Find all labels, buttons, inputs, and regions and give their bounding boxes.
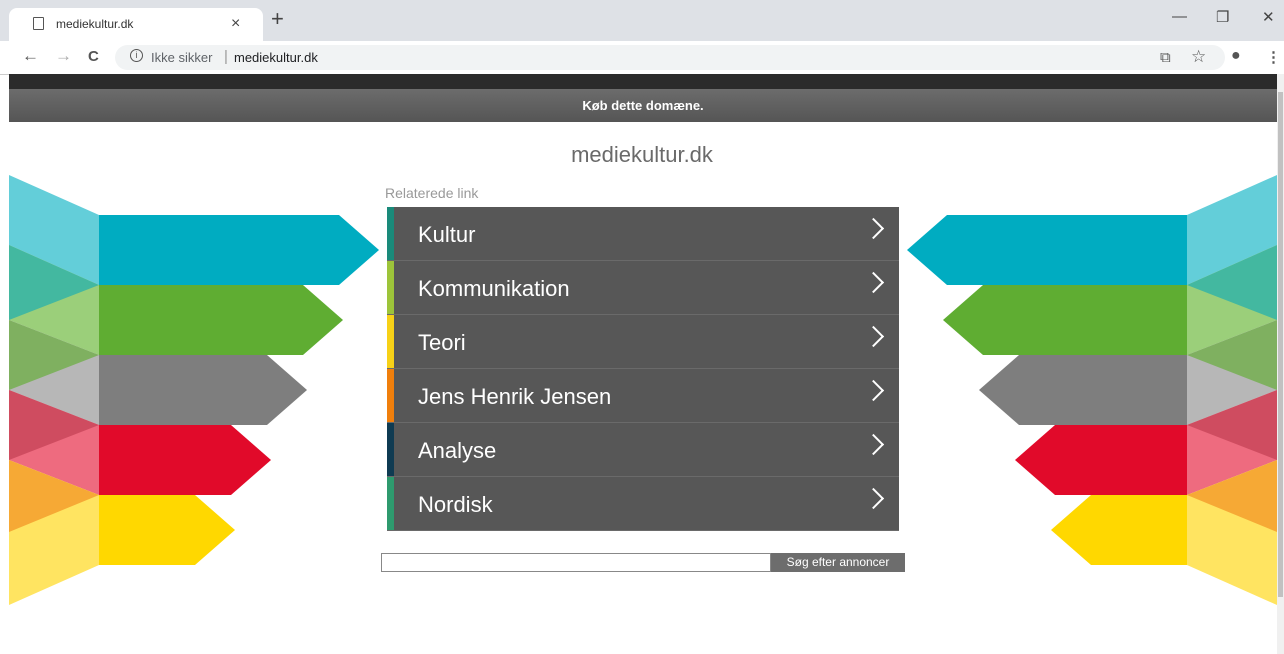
- star-icon[interactable]: ☆: [1191, 47, 1206, 67]
- related-links-label: Relaterede link: [385, 185, 479, 201]
- left-arrow-1: [99, 215, 379, 285]
- scrollbar[interactable]: [1277, 74, 1284, 654]
- right-arrow-1: [907, 215, 1187, 285]
- related-links-list: Kultur Kommunikation Teori Jens Henrik J…: [387, 207, 899, 531]
- left-arrow-5: [99, 495, 235, 565]
- menu-icon[interactable]: ⋮: [1266, 48, 1281, 66]
- address-bar[interactable]: i Ikke sikker | mediekultur.dk: [115, 45, 1225, 70]
- top-strip: [9, 74, 1277, 89]
- security-status: Ikke sikker: [151, 50, 213, 65]
- account-icon[interactable]: ●: [1231, 47, 1241, 65]
- chevron-right-icon: [862, 433, 885, 456]
- tab-bar: mediekultur.dk × + — ❐ ✕: [0, 0, 1284, 41]
- url-separator: |: [224, 48, 228, 65]
- link-teori[interactable]: Teori: [387, 315, 899, 369]
- tab-title: mediekultur.dk: [56, 17, 134, 31]
- link-label: Teori: [418, 330, 466, 355]
- translate-icon[interactable]: ⧉: [1160, 49, 1171, 66]
- right-arrow-5: [1051, 495, 1187, 565]
- right-arrow-2: [943, 285, 1187, 355]
- link-label: Jens Henrik Jensen: [418, 384, 612, 409]
- right-arrow-4: [1015, 425, 1187, 495]
- left-arrow-2: [99, 285, 343, 355]
- chevron-right-icon: [862, 271, 885, 294]
- minimize-icon[interactable]: —: [1172, 8, 1187, 25]
- info-icon[interactable]: i: [130, 49, 143, 62]
- link-label: Analyse: [418, 438, 497, 463]
- link-analyse[interactable]: Analyse: [387, 423, 899, 477]
- restore-icon[interactable]: ❐: [1216, 8, 1229, 26]
- accent-bar: [387, 207, 394, 260]
- chevron-right-icon: [862, 325, 885, 348]
- link-jens-henrik-jensen[interactable]: Jens Henrik Jensen: [387, 369, 899, 423]
- search-input[interactable]: [381, 553, 771, 572]
- accent-bar: [387, 315, 394, 368]
- close-window-icon[interactable]: ✕: [1262, 8, 1275, 26]
- browser-toolbar: ← → C i Ikke sikker | mediekultur.dk ⧉ ☆…: [0, 41, 1284, 75]
- back-icon[interactable]: ←: [22, 46, 39, 66]
- link-label: Kultur: [418, 222, 476, 247]
- left-arrow-4: [99, 425, 271, 495]
- left-arrow-3: [99, 355, 307, 425]
- accent-bar: [387, 477, 394, 530]
- scrollbar-thumb[interactable]: [1278, 92, 1283, 597]
- accent-bar: [387, 261, 394, 314]
- accent-bar: [387, 423, 394, 476]
- url-text[interactable]: mediekultur.dk: [234, 50, 318, 65]
- right-arrows: [907, 175, 1277, 605]
- chevron-right-icon: [862, 217, 885, 240]
- link-label: Nordisk: [418, 492, 493, 517]
- right-arrow-3: [979, 355, 1187, 425]
- left-arrows: [9, 175, 379, 605]
- close-tab-icon[interactable]: ×: [231, 15, 240, 33]
- link-kultur[interactable]: Kultur: [387, 207, 899, 261]
- accent-bar: [387, 369, 394, 422]
- search-ads-button[interactable]: Søg efter annoncer: [771, 553, 905, 572]
- buy-domain-banner[interactable]: Køb dette domæne.: [9, 89, 1277, 122]
- chevron-right-icon: [862, 487, 885, 510]
- browser-tab[interactable]: mediekultur.dk ×: [9, 8, 263, 41]
- forward-icon[interactable]: →: [55, 46, 72, 66]
- new-tab-icon[interactable]: +: [271, 8, 284, 30]
- reload-icon[interactable]: C: [88, 48, 99, 65]
- link-label: Kommunikation: [418, 276, 570, 301]
- site-title: mediekultur.dk: [571, 142, 713, 167]
- page-icon: [33, 17, 44, 30]
- link-kommunikation[interactable]: Kommunikation: [387, 261, 899, 315]
- chevron-right-icon: [862, 379, 885, 402]
- link-nordisk[interactable]: Nordisk: [387, 477, 899, 531]
